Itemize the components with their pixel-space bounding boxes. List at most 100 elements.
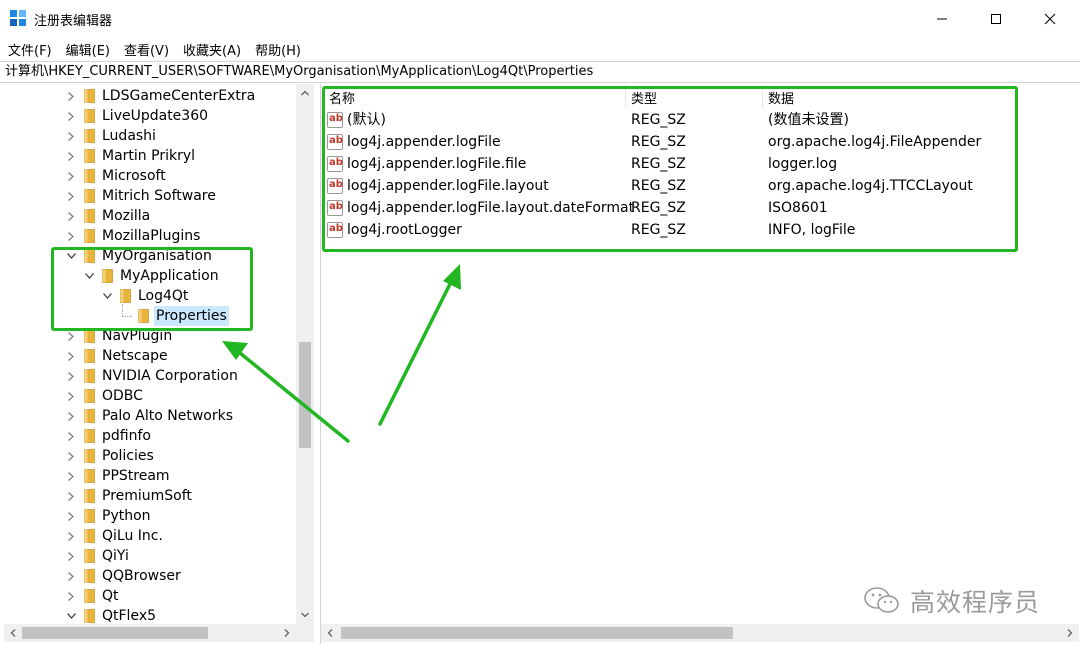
chevron-right-icon[interactable] <box>64 486 78 506</box>
menu-view[interactable]: 查看(V) <box>124 40 169 59</box>
column-header-name[interactable]: 名称 <box>329 88 355 107</box>
chevron-right-icon[interactable] <box>64 126 78 146</box>
value-row[interactable]: ab log4j.appender.logFile.file REG_SZ logge… <box>321 153 1021 175</box>
tree-item[interactable]: Mozilla <box>4 206 296 226</box>
tree-item[interactable]: LDSGameCenterExtra <box>4 86 296 106</box>
chevron-right-icon[interactable] <box>64 406 78 426</box>
menu-help[interactable]: 帮助(H) <box>255 40 301 59</box>
address-bar[interactable]: 计算机\HKEY_CURRENT_USER\SOFTWARE\MyOrganis… <box>0 61 1080 83</box>
tree-item[interactable]: MozillaPlugins <box>4 226 296 246</box>
title-bar: 注册表编辑器 <box>0 0 1080 38</box>
column-divider[interactable] <box>762 84 763 108</box>
value-row[interactable]: ab log4j.appender.logFile.layout REG_SZ org… <box>321 175 1021 197</box>
tree-item[interactable]: MyApplication <box>4 266 296 286</box>
tree-item[interactable]: QQBrowser <box>4 566 296 586</box>
tree-item[interactable]: QtFlex5 <box>4 606 296 624</box>
chevron-right-icon[interactable] <box>64 426 78 446</box>
chevron-right-icon[interactable] <box>64 506 78 526</box>
tree-item[interactable]: Ludashi <box>4 126 296 146</box>
tree-horizontal-scrollbar[interactable] <box>4 624 314 642</box>
tree-item-label: MyApplication <box>120 268 219 284</box>
tree-item[interactable]: ODBC <box>4 386 296 406</box>
chevron-right-icon[interactable] <box>64 206 78 226</box>
scroll-right-button[interactable] <box>1061 624 1079 642</box>
tree-item[interactable]: Microsoft <box>4 166 296 186</box>
chevron-right-icon[interactable] <box>64 566 78 586</box>
tree-item[interactable]: PremiumSoft <box>4 486 296 506</box>
tree-item[interactable]: NVIDIA Corporation <box>4 366 296 386</box>
tree-vertical-scrollbar[interactable] <box>296 84 314 624</box>
chevron-right-icon[interactable] <box>64 446 78 466</box>
folder-icon <box>84 529 95 543</box>
chevron-down-icon[interactable] <box>64 246 78 266</box>
watermark-text: 高效程序员 <box>910 588 1041 617</box>
tree-item[interactable]: Qt <box>4 586 296 606</box>
chevron-right-icon[interactable] <box>64 186 78 206</box>
scroll-left-button[interactable] <box>4 624 22 642</box>
value-name: log4j.appender.logFile.file <box>347 156 527 172</box>
chevron-right-icon[interactable] <box>64 346 78 366</box>
value-name: log4j.appender.logFile <box>347 134 501 150</box>
folder-icon <box>84 589 95 603</box>
scroll-right-button[interactable] <box>278 624 296 642</box>
chevron-down-icon[interactable] <box>100 286 114 306</box>
scrollbar-thumb[interactable] <box>22 627 208 639</box>
chevron-right-icon[interactable] <box>64 326 78 346</box>
tree-item[interactable]: Properties <box>4 304 296 326</box>
scrollbar-thumb[interactable] <box>341 627 733 639</box>
menu-favorites[interactable]: 收藏夹(A) <box>183 40 241 59</box>
tree-item[interactable]: Mitrich Software <box>4 186 296 206</box>
tree-item[interactable]: Policies <box>4 446 296 466</box>
value-data: org.apache.log4j.FileAppender <box>768 134 982 150</box>
chevron-right-icon[interactable] <box>64 146 78 166</box>
tree-item[interactable]: Palo Alto Networks <box>4 406 296 426</box>
chevron-right-icon[interactable] <box>64 546 78 566</box>
tree-item[interactable]: Log4Qt <box>4 286 296 306</box>
menu-file[interactable]: 文件(F) <box>8 40 52 59</box>
minimize-button[interactable] <box>916 0 968 38</box>
value-row[interactable]: ab log4j.appender.logFile REG_SZ org.apache… <box>321 131 1021 153</box>
chevron-down-icon[interactable] <box>64 606 78 624</box>
chevron-right-icon[interactable] <box>64 386 78 406</box>
key-tree-pane: LDSGameCenterExtra LiveUpdate360 Ludashi Ma… <box>4 84 316 644</box>
tree-item[interactable]: NavPlugin <box>4 326 296 346</box>
tree-item[interactable]: Python <box>4 506 296 526</box>
close-button[interactable] <box>1024 0 1076 38</box>
scroll-up-button[interactable] <box>296 84 314 102</box>
chevron-right-icon[interactable] <box>64 106 78 126</box>
tree-item[interactable]: Netscape <box>4 346 296 366</box>
values-horizontal-scrollbar[interactable] <box>321 624 1079 642</box>
tree-guide-line <box>122 304 123 316</box>
wechat-icon <box>864 587 899 613</box>
chevron-up-icon <box>301 90 309 96</box>
column-divider[interactable] <box>625 84 626 108</box>
menu-edit[interactable]: 编辑(E) <box>66 40 110 59</box>
chevron-right-icon[interactable] <box>64 366 78 386</box>
scrollbar-thumb[interactable] <box>299 342 311 448</box>
column-header-type[interactable]: 类型 <box>631 88 657 107</box>
chevron-right-icon <box>1067 629 1073 637</box>
chevron-right-icon[interactable] <box>64 466 78 486</box>
chevron-right-icon[interactable] <box>64 86 78 106</box>
chevron-right-icon[interactable] <box>64 166 78 186</box>
maximize-icon <box>991 14 1001 24</box>
column-header-data[interactable]: 数据 <box>768 88 794 107</box>
scroll-left-button[interactable] <box>321 624 339 642</box>
value-row[interactable]: ab (默认) REG_SZ (数值未设置) <box>321 109 1021 131</box>
scroll-down-button[interactable] <box>296 606 314 624</box>
tree-item[interactable]: pdfinfo <box>4 426 296 446</box>
tree-item[interactable]: QiLu Inc. <box>4 526 296 546</box>
chevron-right-icon[interactable] <box>64 526 78 546</box>
tree-item[interactable]: Martin Prikryl <box>4 146 296 166</box>
maximize-button[interactable] <box>970 0 1022 38</box>
tree-item[interactable]: MyOrganisation <box>4 246 296 266</box>
tree-item[interactable]: QiYi <box>4 546 296 566</box>
value-row[interactable]: ab log4j.appender.logFile.layout.dateForm… <box>321 197 1021 219</box>
value-row[interactable]: ab log4j.rootLogger REG_SZ INFO, logFile <box>321 219 1021 241</box>
tree-item[interactable]: PPStream <box>4 466 296 486</box>
ab-string-icon: ab <box>327 156 343 172</box>
tree-item[interactable]: LiveUpdate360 <box>4 106 296 126</box>
chevron-down-icon[interactable] <box>82 266 96 286</box>
chevron-right-icon[interactable] <box>64 226 78 246</box>
chevron-right-icon[interactable] <box>64 586 78 606</box>
